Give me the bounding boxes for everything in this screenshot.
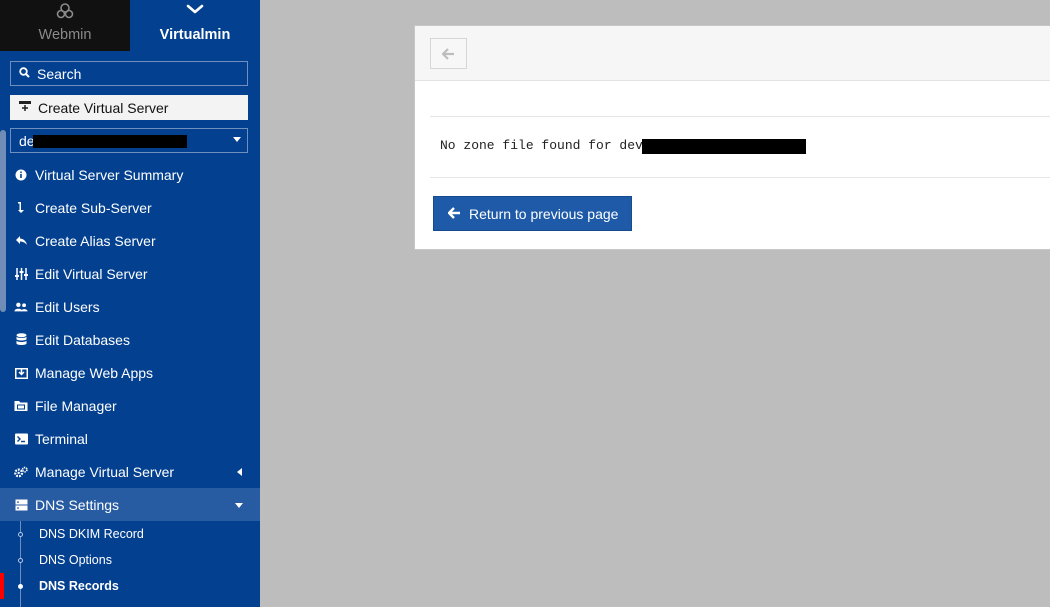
sidebar-item-label: Virtual Server Summary xyxy=(35,166,184,183)
submenu-item-dns-records[interactable]: DNS Records xyxy=(0,573,260,599)
redaction-bar xyxy=(33,135,187,148)
sidebar-item-label: Manage Web Apps xyxy=(35,364,154,381)
info-icon xyxy=(14,169,28,181)
sidebar-item-label: Edit Databases xyxy=(35,331,130,348)
terminal-icon xyxy=(14,433,28,445)
divider xyxy=(430,116,1050,117)
panel-header xyxy=(415,26,1050,81)
current-item-marker xyxy=(0,573,4,599)
divider xyxy=(430,177,1050,178)
sidebar-item-label: File Manager xyxy=(35,397,117,414)
content-panel: No zone file found for dev1 Return to pr… xyxy=(414,25,1050,250)
submenu-item-label: DNS Options xyxy=(39,553,112,567)
sidebar-item-edit-virtual-server[interactable]: Edit Virtual Server xyxy=(0,257,260,290)
sidebar-menu: Virtual Server Summary Create Sub-Server… xyxy=(0,158,260,607)
sidebar-item-terminal[interactable]: Terminal xyxy=(0,422,260,455)
arrow-down-icon xyxy=(14,201,28,214)
sidebar-item-edit-users[interactable]: Edit Users xyxy=(0,290,260,323)
sidebar-item-label: Create Alias Server xyxy=(35,232,156,249)
error-message: No zone file found for dev1 xyxy=(440,138,651,153)
sidebar-item-create-alias-server[interactable]: Create Alias Server xyxy=(0,224,260,257)
sidebar-item-manage-virtual-server[interactable]: Manage Virtual Server xyxy=(0,455,260,488)
sidebar: Webmin Virtualmin Search Create Virtual … xyxy=(0,0,260,607)
sidebar-item-label: Edit Virtual Server xyxy=(35,265,148,282)
server-icon xyxy=(14,499,28,511)
tab-webmin-label: Webmin xyxy=(38,27,92,43)
product-tabs: Webmin Virtualmin xyxy=(0,0,260,51)
tab-virtualmin-label: Virtualmin xyxy=(159,27,231,43)
return-to-previous-page-button[interactable]: Return to previous page xyxy=(433,196,632,231)
dns-settings-submenu: DNS DKIM Record DNS Options DNS Records xyxy=(0,521,260,607)
bullet-icon xyxy=(18,532,23,537)
folder-icon xyxy=(14,400,28,412)
arrow-left-icon xyxy=(447,206,461,222)
redaction-bar xyxy=(642,139,806,154)
return-button-label: Return to previous page xyxy=(469,205,619,222)
domain-select[interactable]: de xyxy=(10,128,248,153)
sidebar-item-virtual-server-summary[interactable]: Virtual Server Summary xyxy=(0,158,260,191)
sidebar-item-label: Edit Users xyxy=(35,298,100,315)
search-icon xyxy=(19,66,33,81)
tab-virtualmin[interactable]: Virtualmin xyxy=(130,0,260,51)
reply-icon xyxy=(14,235,28,246)
caret-left-icon xyxy=(237,468,242,476)
chevron-down-icon xyxy=(130,2,260,20)
search-label: Search xyxy=(37,65,82,82)
sidebar-item-dns-settings[interactable]: DNS Settings xyxy=(0,488,260,521)
create-virtual-server-label: Create Virtual Server xyxy=(38,99,169,116)
sidebar-item-label: Manage Virtual Server xyxy=(35,463,175,480)
sidebar-item-label: DNS Settings xyxy=(35,496,120,513)
sidebar-item-file-manager[interactable]: File Manager xyxy=(0,389,260,422)
sliders-icon xyxy=(14,267,28,280)
sidebar-item-edit-databases[interactable]: Edit Databases xyxy=(0,323,260,356)
server-plus-icon xyxy=(18,100,34,115)
users-icon xyxy=(14,301,28,313)
download-box-icon xyxy=(14,367,28,379)
caret-down-icon xyxy=(233,137,241,142)
sidebar-item-label: Terminal xyxy=(35,430,88,447)
submenu-item-label: DNS DKIM Record xyxy=(39,527,144,541)
submenu-item-dns-options[interactable]: DNS Options xyxy=(0,547,260,573)
submenu-item-label: DNS Records xyxy=(39,579,119,593)
bullet-icon xyxy=(18,558,23,563)
bullet-icon xyxy=(18,584,23,589)
sidebar-item-create-sub-server[interactable]: Create Sub-Server xyxy=(0,191,260,224)
database-icon xyxy=(14,333,28,346)
cogs-icon xyxy=(14,466,28,478)
back-button[interactable] xyxy=(430,38,467,69)
create-virtual-server-button[interactable]: Create Virtual Server xyxy=(10,95,248,120)
sidebar-item-manage-web-apps[interactable]: Manage Web Apps xyxy=(0,356,260,389)
arrow-left-icon xyxy=(442,47,454,60)
webmin-logo-icon xyxy=(0,2,130,20)
search-input[interactable]: Search xyxy=(10,61,248,86)
caret-down-icon xyxy=(235,503,243,508)
sidebar-item-label: Create Sub-Server xyxy=(35,199,152,216)
submenu-item-dns-dkim-record[interactable]: DNS DKIM Record xyxy=(0,521,260,547)
tab-webmin[interactable]: Webmin xyxy=(0,0,130,51)
